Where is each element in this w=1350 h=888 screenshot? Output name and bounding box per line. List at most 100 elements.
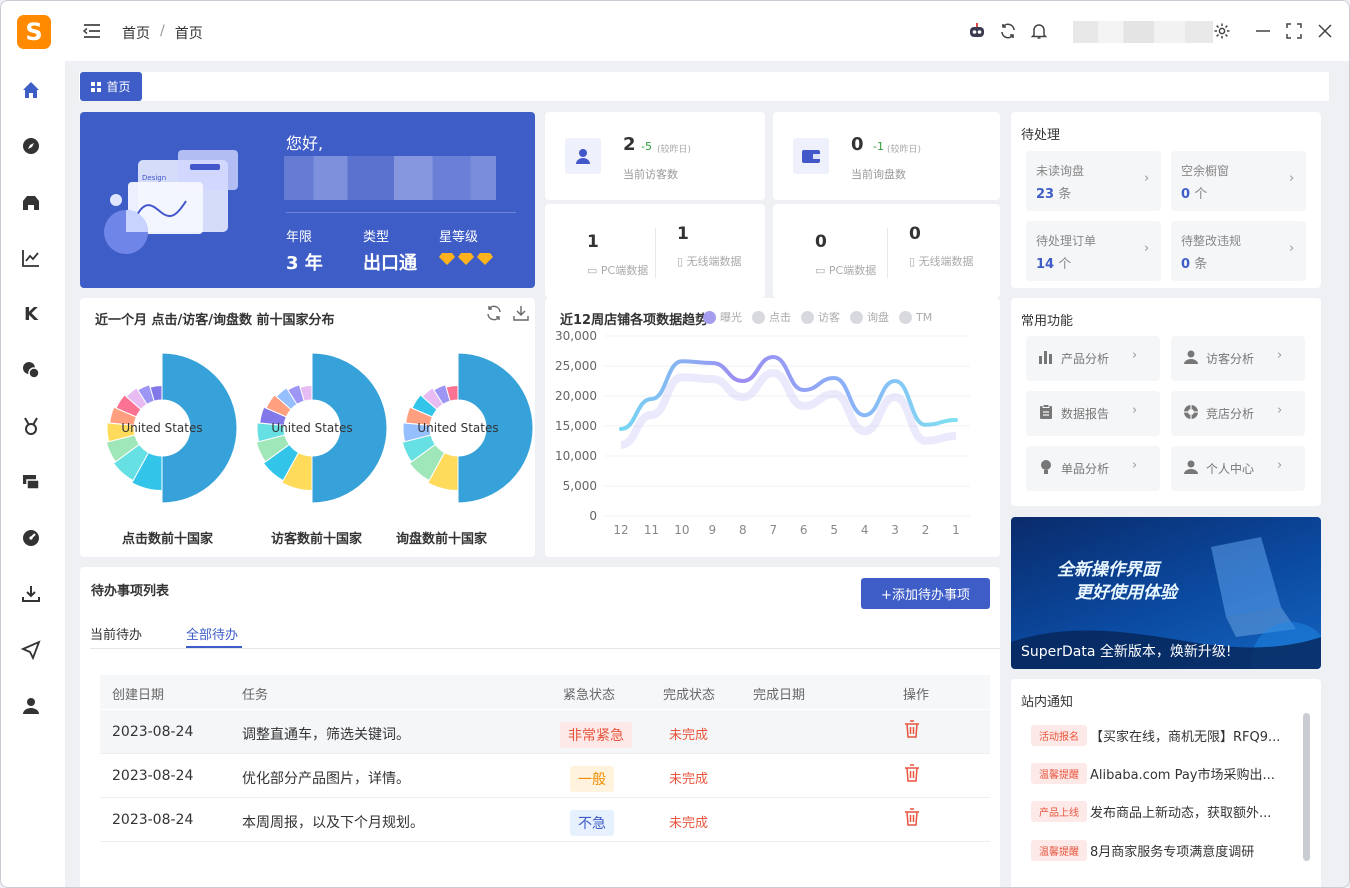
- cards-icon[interactable]: [19, 470, 43, 494]
- pending-item-violations[interactable]: 待整改违规 0 条 ›: [1171, 221, 1306, 281]
- user-icon[interactable]: [19, 694, 43, 718]
- medal-icon[interactable]: [19, 414, 43, 438]
- urgency-badge: 不急: [570, 810, 614, 836]
- refresh-icon[interactable]: [998, 21, 1018, 41]
- function-competitor-analysis[interactable]: 竞店分析 ›: [1171, 391, 1305, 436]
- chevron-right-icon: ›: [1277, 348, 1283, 363]
- col-complete-date: 完成日期: [753, 688, 806, 703]
- pending-item-value: 0: [1181, 187, 1191, 202]
- inquiry-mobile-value: 0: [909, 224, 921, 244]
- y-tick-label: 25,000: [555, 359, 597, 373]
- chat-icon[interactable]: [19, 358, 43, 382]
- functions-title: 常用功能: [1021, 314, 1074, 329]
- chevron-right-icon: ›: [1132, 458, 1138, 473]
- close-icon[interactable]: [1315, 21, 1335, 41]
- pending-item-orders[interactable]: 待处理订单 14 个 ›: [1026, 221, 1161, 281]
- legend-item[interactable]: 点击: [752, 309, 791, 325]
- trash-icon[interactable]: [904, 764, 920, 782]
- add-todo-button[interactable]: +添加待办事项: [861, 578, 990, 609]
- legend-marker: [752, 310, 765, 324]
- inquiry-value: 0: [851, 134, 864, 155]
- pending-item-value: 23: [1036, 187, 1055, 202]
- pending-item-unread-inquiry[interactable]: 未读询盘 23 条 ›: [1026, 151, 1161, 211]
- legend-item[interactable]: 访客: [801, 309, 840, 325]
- gear-icon[interactable]: [1212, 21, 1232, 41]
- user-icon: [1184, 350, 1198, 364]
- robot-icon[interactable]: [967, 21, 987, 41]
- tab-home[interactable]: 首页: [80, 72, 142, 101]
- function-data-report[interactable]: 数据报告 ›: [1026, 391, 1160, 436]
- refresh-icon[interactable]: [485, 304, 503, 322]
- legend-marker: [703, 310, 716, 324]
- x-tick-label: 9: [709, 523, 717, 537]
- y-tick-label: 15,000: [555, 419, 597, 433]
- notice-item[interactable]: 温馨提醒 8月商家服务专项满意度调研: [1031, 837, 1301, 863]
- function-label: 个人中心: [1206, 462, 1255, 476]
- row-task: 本周周报，以及下个月规划。: [242, 815, 424, 831]
- banner-caption: SuperData 全新版本，焕新升级!: [1021, 644, 1232, 660]
- trend-chart: 30,00025,00020,00015,00010,0005,000012 11…: [555, 329, 970, 537]
- banner-line1: 全新操作界面: [1057, 560, 1159, 580]
- minimize-icon[interactable]: [1253, 21, 1273, 41]
- tab-bar: 首页: [79, 72, 1329, 101]
- notice-item[interactable]: 活动报名 【买家在线，商机无限】RFQ9...: [1031, 722, 1301, 748]
- function-visitor-analysis[interactable]: 访客分析 ›: [1171, 336, 1305, 381]
- chevron-right-icon: ›: [1132, 348, 1138, 363]
- send-icon[interactable]: [19, 638, 43, 662]
- col-created-date: 创建日期: [112, 688, 165, 703]
- download-icon[interactable]: [19, 582, 43, 606]
- tab-all-todo[interactable]: 全部待办: [186, 624, 238, 643]
- app-window: S 首页 / 首页 K 首页 Design 您好, 年限 3 年 类型 出口通 …: [0, 0, 1350, 888]
- tab-home-label: 首页: [106, 80, 131, 94]
- top-bar: S 首页 / 首页: [1, 1, 1349, 61]
- scrollbar[interactable]: [1303, 713, 1310, 861]
- visitor-delta: -5: [641, 140, 652, 153]
- legend-item[interactable]: 询盘: [850, 309, 889, 325]
- tab-current-todo[interactable]: 当前待办: [90, 624, 142, 643]
- row-task: 优化部分产品图片，详情。: [242, 771, 410, 787]
- urgency-badge: 非常紧急: [560, 722, 632, 748]
- function-label: 访客分析: [1206, 352, 1255, 366]
- donut-caption-inquiries: 询盘数前十国家: [396, 532, 488, 547]
- trash-icon[interactable]: [904, 808, 920, 826]
- function-single-product-analysis[interactable]: 单品分析 ›: [1026, 446, 1160, 491]
- breadcrumb-home[interactable]: 首页: [122, 23, 150, 43]
- bar-chart-icon: [1039, 351, 1052, 364]
- dashboard-icon[interactable]: [19, 526, 43, 550]
- bell-icon[interactable]: [1029, 21, 1049, 41]
- k-icon[interactable]: K: [19, 302, 43, 326]
- app-logo[interactable]: S: [17, 15, 51, 49]
- home-icon[interactable]: [19, 78, 43, 102]
- shop-icon[interactable]: [19, 190, 43, 214]
- line-chart-icon[interactable]: [19, 246, 43, 270]
- download-icon[interactable]: [512, 304, 530, 322]
- visitor-label: 当前访客数: [623, 168, 678, 181]
- pending-item-unit: 个: [1058, 257, 1072, 272]
- promo-banner[interactable]: 全新操作界面 更好使用体验 SuperData 全新版本，焕新升级!: [1011, 517, 1321, 669]
- trash-icon[interactable]: [904, 720, 920, 738]
- maximize-icon[interactable]: [1284, 21, 1304, 41]
- legend-item[interactable]: 曝光: [703, 309, 742, 325]
- legend-item[interactable]: TM: [899, 309, 932, 325]
- notice-item[interactable]: 温馨提醒 Alibaba.com Pay市场采购出...: [1031, 760, 1301, 786]
- notice-text: 发布商品上新动态，获取额外...: [1090, 805, 1272, 821]
- compass-icon[interactable]: [19, 134, 43, 158]
- table-row[interactable]: 2023-08-24 调整直通车，筛选关键词。 非常紧急 未完成: [100, 710, 990, 754]
- menu-collapse-icon[interactable]: [81, 21, 103, 41]
- chevron-right-icon: ›: [1144, 241, 1150, 256]
- pending-item-label: 空余橱窗: [1181, 164, 1230, 178]
- pending-item-empty-window[interactable]: 空余橱窗 0 个 ›: [1171, 151, 1306, 211]
- table-row[interactable]: 2023-08-24 本周周报，以及下个月规划。 不急 未完成: [100, 798, 990, 842]
- col-task: 任务: [242, 688, 269, 703]
- y-tick-label: 5,000: [563, 479, 597, 493]
- function-product-analysis[interactable]: 产品分析 ›: [1026, 336, 1160, 381]
- function-personal-center[interactable]: 个人中心 ›: [1171, 446, 1305, 491]
- donut-center-label: United States: [121, 421, 202, 435]
- chart-legend: 曝光 点击 访客 询盘 TM: [703, 309, 932, 325]
- visitor-delta-note: (较昨日): [657, 145, 692, 155]
- notice-item[interactable]: 产品上线 发布商品上新动态，获取额外...: [1031, 798, 1301, 824]
- username-blurred[interactable]: [1073, 21, 1213, 43]
- chevron-right-icon: ›: [1277, 458, 1283, 473]
- welcome-card: Design 您好, 年限 3 年 类型 出口通 星等级: [80, 112, 535, 288]
- table-row[interactable]: 2023-08-24 优化部分产品图片，详情。 一般 未完成: [100, 754, 990, 798]
